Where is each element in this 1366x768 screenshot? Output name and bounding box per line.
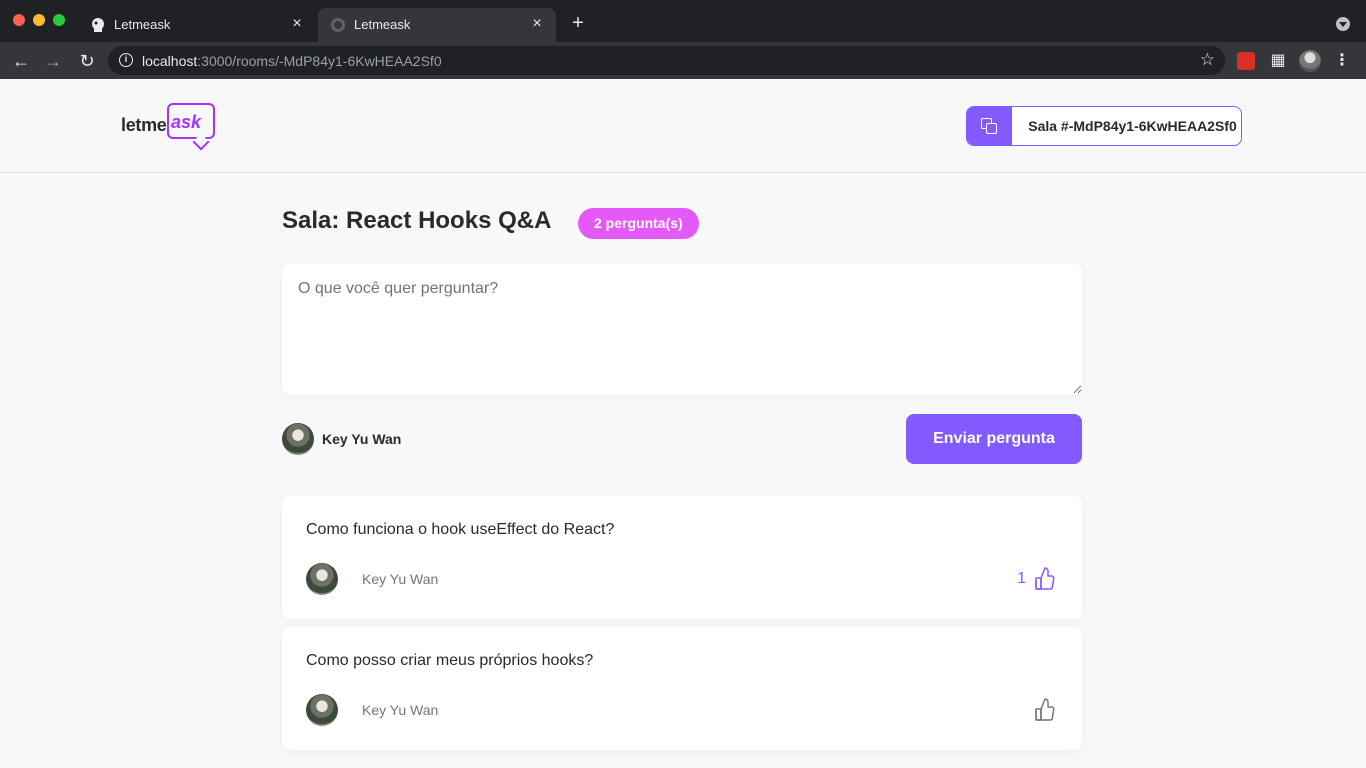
avatar <box>282 423 314 455</box>
back-arrow-icon[interactable]: ← <box>10 50 32 72</box>
thumbs-up-icon <box>1035 567 1055 590</box>
author-name: Key Yu Wan <box>362 702 439 718</box>
like-button[interactable]: 1 <box>1017 567 1058 591</box>
question-card: Como funciona o hook useEffect do React?… <box>282 496 1082 619</box>
thumbs-up-icon <box>1035 698 1055 721</box>
address-bar[interactable]: i localhost:3000/rooms/-MdP84y1-6KwHEAA2… <box>108 46 1225 75</box>
url-path: :3000/rooms/-MdP84y1-6KwHEAA2Sf0 <box>197 53 442 69</box>
extension-icon[interactable] <box>1237 52 1255 70</box>
profile-avatar[interactable] <box>1299 50 1321 72</box>
url-host: localhost <box>142 53 198 69</box>
favicon-icon <box>92 18 104 32</box>
browser-menu-icon[interactable]: ⋮ <box>1333 52 1351 70</box>
copy-icon <box>967 107 1012 145</box>
window-close-button[interactable] <box>13 14 25 26</box>
question-author: Key Yu Wan <box>306 563 438 595</box>
letmeask-logo: letme ask <box>121 103 221 149</box>
avatar <box>306 694 338 726</box>
question-count-badge: 2 pergunta(s) <box>578 208 699 239</box>
avatar <box>306 563 338 595</box>
window-minimize-button[interactable] <box>33 14 45 26</box>
room-code-label: Sala #-MdP84y1-6KwHEAA2Sf0 <box>1028 118 1237 134</box>
globe-icon <box>331 18 345 32</box>
logo-text-letme: letme <box>121 115 167 135</box>
like-count: 1 <box>1017 570 1026 587</box>
question-content: Como funciona o hook useEffect do React? <box>306 521 615 538</box>
reload-icon[interactable]: ↻ <box>76 50 98 72</box>
url-text[interactable]: localhost:3000/rooms/-MdP84y1-6KwHEAA2Sf… <box>142 53 442 69</box>
tab-title: Letmeask <box>114 17 171 32</box>
question-textarea[interactable] <box>282 264 1082 394</box>
close-tab-icon[interactable]: × <box>288 15 306 33</box>
browser-toolbar: ← → ↻ i localhost:3000/rooms/-MdP84y1-6K… <box>0 42 1366 79</box>
user-name: Key Yu Wan <box>322 431 402 447</box>
bookmark-star-icon[interactable]: ☆ <box>1200 50 1215 70</box>
app-header: letme ask Sala #-MdP84y1-6KwHEAA2Sf0 <box>0 79 1366 173</box>
send-question-button[interactable]: Enviar pergunta <box>906 414 1082 464</box>
question-content: Como posso criar meus próprios hooks? <box>306 652 594 669</box>
site-info-icon[interactable]: i <box>119 53 133 67</box>
tab-search-icon[interactable] <box>1336 17 1350 31</box>
logo-text-ask: ask <box>171 112 202 132</box>
like-button[interactable] <box>1026 698 1058 722</box>
question-card: Como posso criar meus próprios hooks? Ke… <box>282 627 1082 750</box>
author-name: Key Yu Wan <box>362 571 439 587</box>
tab-title: Letmeask <box>354 17 411 32</box>
new-tab-button[interactable]: + <box>568 13 588 33</box>
question-author: Key Yu Wan <box>306 694 438 726</box>
extensions-puzzle-icon[interactable]: ▦ <box>1269 52 1287 70</box>
room-title: Sala: React Hooks Q&A <box>282 207 552 234</box>
current-user-info: Key Yu Wan <box>282 423 401 455</box>
room-code-button[interactable]: Sala #-MdP84y1-6KwHEAA2Sf0 <box>966 106 1242 146</box>
browser-tab-strip: Letmeask × Letmeask × + <box>0 0 1366 42</box>
window-zoom-button[interactable] <box>53 14 65 26</box>
browser-tab-2[interactable]: Letmeask × <box>318 8 556 42</box>
browser-tab-1[interactable]: Letmeask × <box>78 8 316 42</box>
forward-arrow-icon[interactable]: → <box>42 50 64 72</box>
close-tab-icon[interactable]: × <box>528 15 546 33</box>
